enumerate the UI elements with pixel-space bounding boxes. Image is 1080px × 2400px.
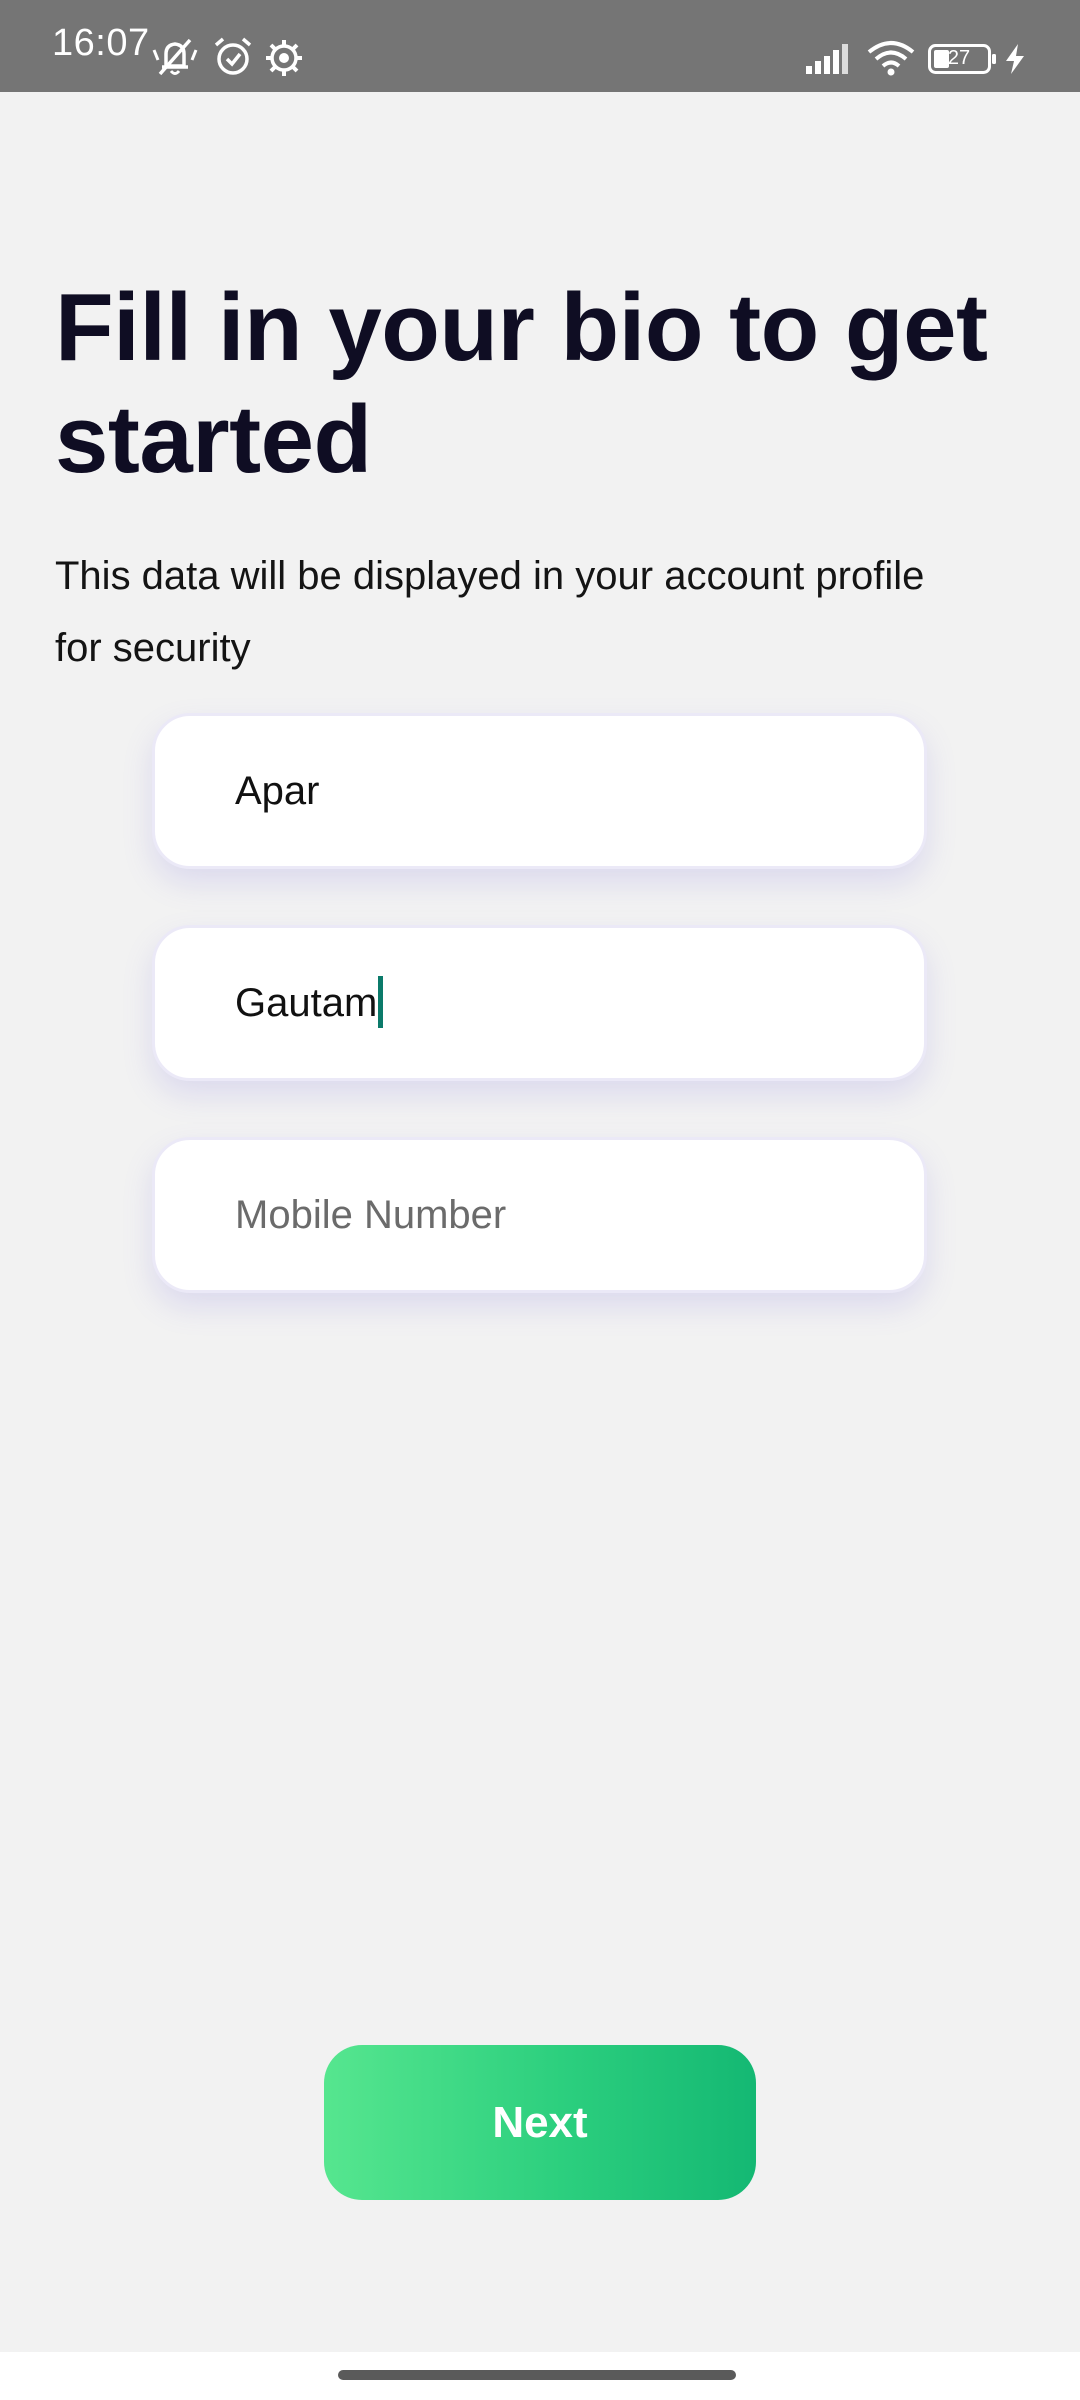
battery-icon: 27 bbox=[928, 44, 998, 74]
page-title: Fill in your bio to get started bbox=[55, 274, 988, 493]
battery-level: 27 bbox=[947, 47, 971, 69]
signal-icon bbox=[806, 44, 848, 74]
screen: 16:07 27 Fill in your bio to get started… bbox=[0, 0, 1080, 2400]
text-cursor bbox=[378, 976, 384, 1029]
charging-icon bbox=[1006, 44, 1024, 74]
next-button[interactable]: Next bbox=[324, 2045, 756, 2200]
alarm-icon bbox=[214, 37, 252, 75]
last-name-value-wrap: Gautam bbox=[235, 928, 384, 1078]
first-name-value: Apar bbox=[235, 769, 320, 813]
gear-icon bbox=[266, 40, 302, 76]
mobile-number-field[interactable]: Mobile Number bbox=[152, 1137, 927, 1293]
last-name-value: Gautam bbox=[235, 981, 378, 1025]
first-name-field[interactable]: Apar bbox=[152, 713, 927, 869]
status-time: 16:07 bbox=[52, 22, 150, 64]
mute-icon bbox=[152, 38, 198, 76]
page-subtitle: This data will be displayed in your acco… bbox=[55, 554, 925, 670]
wifi-icon bbox=[867, 41, 915, 76]
last-name-field[interactable]: Gautam bbox=[152, 925, 927, 1081]
status-bar: 16:07 27 bbox=[0, 0, 1080, 92]
home-indicator[interactable] bbox=[338, 2370, 736, 2380]
mobile-number-placeholder: Mobile Number bbox=[235, 1193, 507, 1237]
